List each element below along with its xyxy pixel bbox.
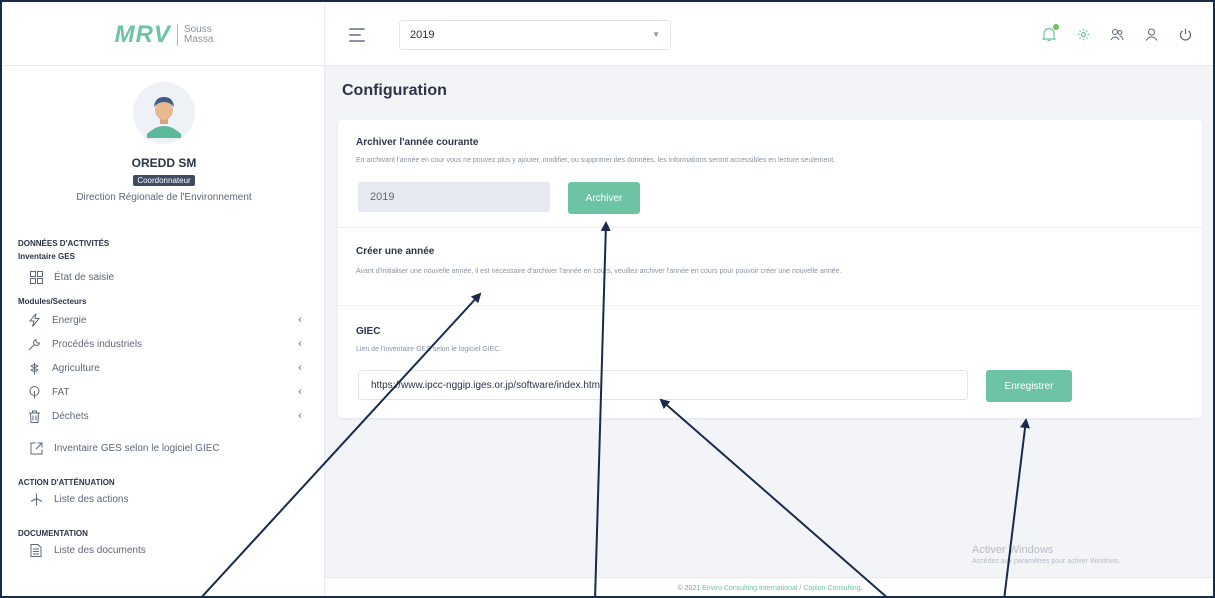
create-year-description: Avant d'initialiser une nouvelle année, … [356, 268, 842, 275]
wind-turbine-icon [28, 491, 44, 507]
footer-suffix: . [860, 585, 863, 592]
nav-sub-modules: Modules/Secteurs [18, 297, 87, 306]
caret-down-icon: ▼ [652, 30, 660, 39]
profile: OREDD SM Coordonnateur Direction Régiona… [4, 66, 324, 203]
grid-icon [28, 269, 44, 285]
menu-line [349, 27, 365, 30]
main-content: Configuration Archiver l'année courante … [325, 66, 1213, 596]
chevron-left-icon: ‹ [298, 314, 302, 326]
power-icon[interactable] [1177, 27, 1193, 43]
watermark-title: Activer Windows [972, 544, 1054, 556]
sidebar-item-documents[interactable]: Liste des documents [18, 538, 310, 562]
sidebar-item-label: Liste des actions [54, 493, 129, 505]
brand-logo: MRV [114, 20, 171, 48]
nav-sub-inventory: Inventaire GES [18, 252, 75, 261]
archive-button[interactable]: Archiver [568, 182, 640, 214]
sidebar-item-label: Déchets [52, 410, 89, 422]
bell-icon[interactable] [1041, 23, 1059, 43]
footer-prefix: © 2021 [677, 585, 703, 592]
nav-section-documentation: DOCUMENTATION [18, 529, 88, 538]
giec-section: GIEC Lien de l'inventaire GES selon le l… [338, 306, 1202, 418]
notification-dot [1053, 23, 1059, 30]
year-select[interactable]: 2019 ▼ [399, 19, 671, 50]
sidebar-nav: DONNÉES D'ACTIVITÉS Inventaire GES État … [4, 239, 324, 562]
external-link-icon [28, 440, 44, 456]
brand-separator [176, 23, 178, 46]
page-title: Configuration [342, 82, 447, 99]
users-icon[interactable] [1109, 27, 1125, 43]
archive-section: Archiver l'année courante En archivant l… [338, 120, 1202, 228]
footer: © 2021 Enviro Consulting International /… [325, 577, 1213, 596]
menu-line [349, 33, 361, 36]
sidebar-item-label: Inventaire GES selon le logiciel GIEC [54, 442, 220, 454]
sidebar-item-label: État de saisie [54, 271, 115, 283]
chevron-left-icon: ‹ [298, 338, 302, 350]
year-select-value: 2019 [410, 28, 435, 41]
trash-icon [26, 408, 42, 424]
sidebar-item-label: FAT [52, 386, 70, 398]
sidebar-item-agriculture[interactable]: Agriculture ‹ [18, 356, 310, 380]
config-card: Archiver l'année courante En archivant l… [338, 120, 1202, 418]
app-frame: MRV Souss Massa OREDD SM Coordonnateur D… [0, 0, 1215, 598]
profile-organization: Direction Régionale de l'Environnement [76, 192, 252, 203]
giec-title: GIEC [356, 326, 381, 337]
sidebar-item-label: Agriculture [52, 362, 100, 374]
wrench-icon [26, 336, 42, 352]
footer-link-enviro[interactable]: Enviro Consulting International [702, 585, 797, 592]
save-button[interactable]: Enregistrer [986, 370, 1072, 402]
menu-toggle-button[interactable] [349, 27, 365, 42]
brand-sub-line2: Massa [183, 33, 214, 45]
sidebar-item-giec-link[interactable]: Inventaire GES selon le logiciel GIEC [18, 436, 310, 460]
chevron-left-icon: ‹ [298, 386, 302, 398]
sidebar-item-dechets[interactable]: Déchets ‹ [18, 404, 310, 428]
archive-description: En archivant l'année en cour vous ne pou… [356, 157, 836, 164]
profile-role-badge: Coordonnateur [133, 175, 195, 186]
create-year-section: Créer une année Avant d'initialiser une … [338, 228, 1202, 306]
sidebar-item-etat-saisie[interactable]: État de saisie [18, 265, 310, 289]
nav-section-activities: DONNÉES D'ACTIVITÉS [18, 239, 110, 248]
sidebar-item-energie[interactable]: Energie ‹ [18, 308, 310, 332]
document-icon [28, 542, 44, 558]
sidebar-item-actions[interactable]: Liste des actions [18, 487, 310, 511]
sidebar-item-label: Procédés industriels [52, 338, 143, 350]
nav-section-attenuation: ACTION D'ATTÉNUATION [18, 478, 115, 487]
archive-title: Archiver l'année courante [356, 137, 479, 148]
chevron-left-icon: ‹ [298, 362, 302, 374]
topbar: 2019 ▼ [325, 4, 1213, 66]
gear-icon[interactable] [1075, 27, 1091, 43]
giec-url-input[interactable]: https://www.ipcc-nggip.iges.or.jp/softwa… [358, 370, 968, 400]
user-icon[interactable] [1143, 27, 1159, 43]
sidebar-item-label: Energie [52, 314, 87, 326]
topbar-icons [1041, 23, 1193, 43]
sidebar-item-fat[interactable]: FAT ‹ [18, 380, 310, 404]
brand[interactable]: MRV Souss Massa [4, 4, 324, 66]
lightning-icon [26, 312, 42, 328]
sidebar-item-procedes[interactable]: Procédés industriels ‹ [18, 332, 310, 356]
archive-year-field: 2019 [358, 182, 550, 212]
plant-icon [26, 360, 42, 376]
giec-description: Lien de l'inventaire GES selon le logici… [356, 346, 502, 353]
watermark-subtitle: Accédez aux paramètres pour activer Wind… [972, 558, 1121, 565]
avatar [133, 82, 195, 144]
create-year-title: Créer une année [356, 246, 435, 257]
brand-subtitle: Souss Massa [183, 24, 214, 45]
chevron-left-icon: ‹ [298, 410, 302, 422]
footer-link-capion[interactable]: Capion Consulting [803, 585, 860, 592]
sidebar: MRV Souss Massa OREDD SM Coordonnateur D… [4, 4, 325, 596]
windows-activation-watermark: Activer Windows Accédez aux paramètres p… [972, 544, 1120, 565]
menu-line [349, 39, 365, 42]
tree-icon [26, 384, 42, 400]
profile-name: OREDD SM [131, 156, 197, 170]
sidebar-item-label: Liste des documents [54, 544, 146, 556]
avatar-icon [141, 88, 187, 138]
